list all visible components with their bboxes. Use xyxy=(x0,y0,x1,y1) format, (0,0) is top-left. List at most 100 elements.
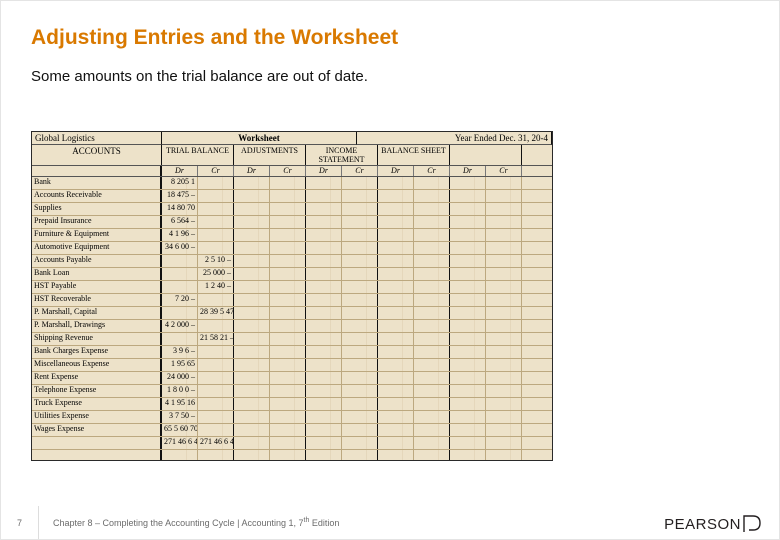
account-name: Automotive Equipment xyxy=(32,242,162,254)
cell-value: 2 5 10 – xyxy=(198,255,234,267)
table-row: Truck Expense4 1 95 16 xyxy=(32,398,552,411)
cell-value: 65 5 60 70 xyxy=(162,424,198,436)
cell-value xyxy=(342,255,378,267)
cell-value xyxy=(342,307,378,319)
cell-value xyxy=(306,281,342,293)
table-row: Telephone Expense1 8 0 0 – xyxy=(32,385,552,398)
cell-value xyxy=(486,437,522,449)
cell-value xyxy=(414,385,450,397)
cell-value: 4 1 95 16 xyxy=(162,398,198,410)
cell-value xyxy=(486,177,522,189)
cell-value xyxy=(198,242,234,254)
cell-value xyxy=(198,294,234,306)
account-name: Bank Charges Expense xyxy=(32,346,162,358)
account-name: P. Marshall, Capital xyxy=(32,307,162,319)
cell-value xyxy=(306,268,342,280)
cell-value xyxy=(414,372,450,384)
accounts-header: ACCOUNTS xyxy=(32,145,162,165)
cell-value xyxy=(234,190,270,202)
cell-value xyxy=(378,450,414,461)
cell-value: 21 58 21 – xyxy=(198,333,234,345)
cell-value xyxy=(378,372,414,384)
period-label: Year Ended Dec. 31, 20-4 xyxy=(357,132,552,145)
cell-value xyxy=(342,411,378,423)
worksheet-image: Global Logistics Worksheet Year Ended De… xyxy=(31,131,553,461)
cell-value xyxy=(306,333,342,345)
cell-value: 4 2 000 – xyxy=(162,320,198,332)
cell-value xyxy=(486,372,522,384)
cell-value xyxy=(342,216,378,228)
cell-value xyxy=(234,450,270,461)
chapter-text: Chapter 8 – Completing the Accounting Cy… xyxy=(39,517,339,528)
cell-value xyxy=(486,398,522,410)
cell-value xyxy=(342,437,378,449)
cell-value xyxy=(450,398,486,410)
cell-value xyxy=(306,294,342,306)
cell-value xyxy=(234,177,270,189)
table-row: Supplies14 80 70 xyxy=(32,203,552,216)
cell-value xyxy=(342,320,378,332)
cell-value xyxy=(450,177,486,189)
account-name: Bank xyxy=(32,177,162,189)
cell-value xyxy=(198,203,234,215)
table-row: Utilities Expense3 7 50 – xyxy=(32,411,552,424)
cell-value xyxy=(234,359,270,371)
dr-label: Dr xyxy=(378,166,414,176)
cell-value xyxy=(486,190,522,202)
cell-value xyxy=(342,242,378,254)
cell-value xyxy=(486,450,522,461)
cell-value xyxy=(378,398,414,410)
cell-value xyxy=(486,307,522,319)
table-row: Accounts Payable2 5 10 – xyxy=(32,255,552,268)
cell-value xyxy=(198,450,234,461)
cell-value xyxy=(306,437,342,449)
cell-value xyxy=(486,385,522,397)
account-name: Telephone Expense xyxy=(32,385,162,397)
cell-value xyxy=(198,229,234,241)
table-row: 271 46 6 42271 46 6 42 xyxy=(32,437,552,450)
cr-label: Cr xyxy=(414,166,450,176)
cell-value xyxy=(486,320,522,332)
cell-value xyxy=(234,385,270,397)
cell-value xyxy=(342,346,378,358)
cell-value xyxy=(270,359,306,371)
cell-value xyxy=(306,190,342,202)
cell-value xyxy=(414,320,450,332)
table-row: P. Marshall, Drawings4 2 000 – xyxy=(32,320,552,333)
cell-value xyxy=(162,268,198,280)
cell-value xyxy=(342,281,378,293)
table-row: Shipping Revenue21 58 21 – xyxy=(32,333,552,346)
cell-value xyxy=(486,359,522,371)
cell-value xyxy=(378,359,414,371)
cell-value xyxy=(378,320,414,332)
account-name: Rent Expense xyxy=(32,372,162,384)
cell-value xyxy=(450,424,486,436)
cell-value xyxy=(486,333,522,345)
table-row: Automotive Equipment34 6 00 – xyxy=(32,242,552,255)
table-row: Bank Loan25 000 – xyxy=(32,268,552,281)
cell-value xyxy=(486,294,522,306)
cell-value xyxy=(270,294,306,306)
cell-value xyxy=(378,281,414,293)
cell-value xyxy=(450,190,486,202)
cell-value xyxy=(414,190,450,202)
drcr-header-row: Dr Cr Dr Cr Dr Cr Dr Cr Dr Cr xyxy=(32,166,552,177)
cell-value xyxy=(378,255,414,267)
account-name: HST Payable xyxy=(32,281,162,293)
account-name: Furniture & Equipment xyxy=(32,229,162,241)
cell-value xyxy=(234,307,270,319)
table-row: Prepaid Insurance6 564 – xyxy=(32,216,552,229)
cell-value xyxy=(306,229,342,241)
cell-value xyxy=(378,411,414,423)
cell-value xyxy=(270,255,306,267)
cell-value xyxy=(342,372,378,384)
cell-value xyxy=(450,333,486,345)
cell-value xyxy=(378,190,414,202)
cell-value xyxy=(270,281,306,293)
cell-value xyxy=(306,320,342,332)
cell-value xyxy=(234,229,270,241)
cell-value xyxy=(450,359,486,371)
cell-value xyxy=(378,242,414,254)
table-row: P. Marshall, Capital28 39 5 47 xyxy=(32,307,552,320)
cr-label: Cr xyxy=(486,166,522,176)
